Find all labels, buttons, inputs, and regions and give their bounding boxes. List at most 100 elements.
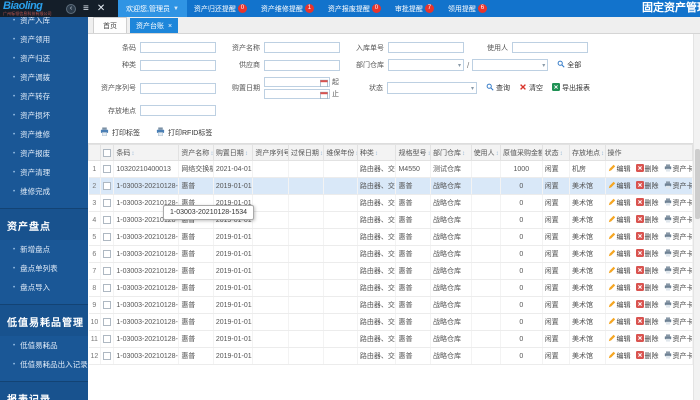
edit-action[interactable]: 编辑: [608, 283, 631, 293]
column-header[interactable]: 过保日期↕: [287, 144, 325, 161]
column-header[interactable]: 原值采购金额↕: [500, 144, 543, 161]
hamburger-menu-icon[interactable]: ≡: [83, 0, 89, 17]
sort-icon[interactable]: ↕: [245, 151, 248, 157]
asset-card-action[interactable]: 资产卡片: [664, 317, 691, 327]
sort-icon[interactable]: ↕: [496, 151, 499, 157]
edit-action[interactable]: 编辑: [608, 215, 631, 225]
delete-action[interactable]: 删除: [635, 232, 659, 242]
sidebar-item[interactable]: • 资产入库: [0, 17, 88, 30]
select-all-checkbox[interactable]: [103, 148, 112, 157]
asset-card-action[interactable]: 资产卡片: [664, 266, 691, 276]
sort-icon[interactable]: ↕: [320, 151, 323, 157]
reminder-tab[interactable]: 资产报废提醒 0: [321, 0, 388, 17]
delete-action[interactable]: 删除: [635, 266, 659, 276]
sidebar-item[interactable]: • 资产损坏: [0, 106, 88, 125]
inbound-no-input[interactable]: [388, 42, 464, 53]
sidebar-item[interactable]: • 盘点导入: [0, 278, 88, 297]
delete-action[interactable]: 删除: [635, 334, 659, 344]
sort-icon[interactable]: ↕: [462, 151, 465, 157]
sidebar-item[interactable]: • 资产转存: [0, 87, 88, 106]
delete-action[interactable]: 删除: [635, 215, 659, 225]
sidebar-item[interactable]: • 新增盘点: [0, 240, 88, 259]
reminder-tab[interactable]: 资产维修提醒 1: [254, 0, 321, 17]
table-row[interactable]: 21-03003-20210128-15惠普2019-01-01路由器、交换机惠…: [88, 177, 693, 195]
reminder-tab[interactable]: 领用提醒 6: [441, 0, 494, 17]
asset-card-action[interactable]: 资产卡片: [664, 232, 691, 242]
sidebar-item[interactable]: • 低值易耗品出入记录: [0, 355, 88, 374]
sort-icon[interactable]: ↕: [375, 151, 378, 157]
delete-action[interactable]: 删除: [635, 181, 659, 191]
barcode-input[interactable]: [140, 42, 216, 53]
table-row[interactable]: 91-03003-20210128-15惠普2019-01-01路由器、交换机惠…: [88, 296, 693, 314]
column-header[interactable]: 使用人↕: [470, 144, 502, 161]
delete-action[interactable]: 删除: [635, 351, 659, 361]
sidebar-item[interactable]: • 资产领用: [0, 30, 88, 49]
delete-action[interactable]: 删除: [635, 198, 659, 208]
clear-button[interactable]: 清空: [519, 83, 543, 93]
table-row[interactable]: 81-03003-20210128-15惠普2019-01-01路由器、交换机惠…: [88, 279, 693, 297]
column-header[interactable]: 购置日期↕: [212, 144, 254, 161]
column-header[interactable]: 种类↕: [356, 144, 397, 161]
edit-action[interactable]: 编辑: [608, 198, 631, 208]
delete-action[interactable]: 删除: [635, 164, 659, 174]
sidebar-item[interactable]: • 资产维修: [0, 125, 88, 144]
edit-action[interactable]: 编辑: [608, 181, 631, 191]
location-input[interactable]: [140, 105, 216, 116]
supplier-input[interactable]: [264, 59, 340, 71]
asset-card-action[interactable]: 资产卡片: [664, 300, 691, 310]
export-report-button[interactable]: 导出报表: [552, 83, 590, 93]
print-label-button[interactable]: 打印标签: [100, 127, 140, 138]
sort-icon[interactable]: ↕: [601, 151, 604, 157]
column-header[interactable]: 维保年份↕: [323, 144, 358, 161]
sidebar-item[interactable]: • 维修完成: [0, 182, 88, 201]
column-header[interactable]: 部门仓库↕: [429, 144, 472, 161]
table-row[interactable]: 101-03003-20210128-15惠普2019-01-01路由器、交换机…: [88, 313, 693, 331]
date-from-input[interactable]: [264, 77, 330, 87]
edit-action[interactable]: 编辑: [608, 164, 631, 174]
column-header[interactable]: 状态↕: [541, 144, 571, 161]
table-row[interactable]: 61-03003-20210128-15惠普2019-01-01路由器、交换机惠…: [88, 245, 693, 263]
reminder-tab[interactable]: 审批提醒 7: [388, 0, 441, 17]
edit-action[interactable]: 编辑: [608, 266, 631, 276]
asset-card-action[interactable]: 资产卡片: [664, 283, 691, 293]
row-checkbox[interactable]: [103, 318, 112, 326]
status-select[interactable]: ▾: [387, 82, 477, 94]
reminder-tab[interactable]: 资产归还提醒 0: [187, 0, 254, 17]
column-header[interactable]: 资产序列号↕: [252, 144, 289, 161]
table-row[interactable]: 1 10320210400013网络交换机2021-04-01 路由器、交换机M45…: [88, 160, 693, 178]
all-button[interactable]: 全部: [557, 60, 581, 70]
row-checkbox[interactable]: [103, 199, 112, 207]
sidebar-item[interactable]: • 盘点单列表: [0, 259, 88, 278]
scrollbar-thumb[interactable]: [695, 149, 700, 219]
asset-card-action[interactable]: 资产卡片: [664, 181, 691, 191]
table-row[interactable]: 71-03003-20210128-15惠普2019-01-01路由器、交换机惠…: [88, 262, 693, 280]
collapse-sidebar-icon[interactable]: ‹: [66, 3, 76, 14]
tab-close-icon[interactable]: ×: [168, 23, 172, 30]
delete-action[interactable]: 删除: [635, 300, 659, 310]
tab-asset-ledger[interactable]: 资产台账 ×: [130, 18, 179, 33]
asset-name-input[interactable]: [264, 42, 340, 53]
asset-card-action[interactable]: 资产卡片: [664, 164, 691, 174]
row-checkbox[interactable]: [103, 250, 112, 258]
category-input[interactable]: [140, 59, 216, 71]
sidebar-item[interactable]: • 资产报废: [0, 144, 88, 163]
sidebar-item[interactable]: • 低值易耗品: [0, 336, 88, 355]
delete-action[interactable]: 删除: [635, 249, 659, 259]
row-checkbox[interactable]: [103, 233, 112, 241]
table-row[interactable]: 121-03003-20210128-15惠普2019-01-01路由器、交换机…: [88, 347, 693, 365]
sidebar-item[interactable]: • 资产清理: [0, 163, 88, 182]
column-header[interactable]: 存放地点↕: [569, 144, 606, 161]
print-rfid-button[interactable]: 打印RFID标签: [156, 127, 212, 138]
edit-action[interactable]: 编辑: [608, 232, 631, 242]
sidebar-item[interactable]: • 资产调拨: [0, 68, 88, 87]
column-header[interactable]: 资产名称↕: [178, 144, 214, 161]
table-row[interactable]: 51-03003-20210128-15惠普2019-01-01路由器、交换机惠…: [88, 228, 693, 246]
sort-icon[interactable]: ↕: [560, 151, 563, 157]
delete-action[interactable]: 删除: [635, 317, 659, 327]
column-header[interactable]: 条码↕: [113, 144, 180, 161]
tab-home[interactable]: 首页: [93, 17, 127, 33]
row-checkbox[interactable]: [103, 335, 112, 343]
warehouse-select[interactable]: ▾: [472, 59, 549, 71]
row-checkbox[interactable]: [103, 182, 112, 190]
dept-select[interactable]: ▾: [388, 59, 464, 71]
